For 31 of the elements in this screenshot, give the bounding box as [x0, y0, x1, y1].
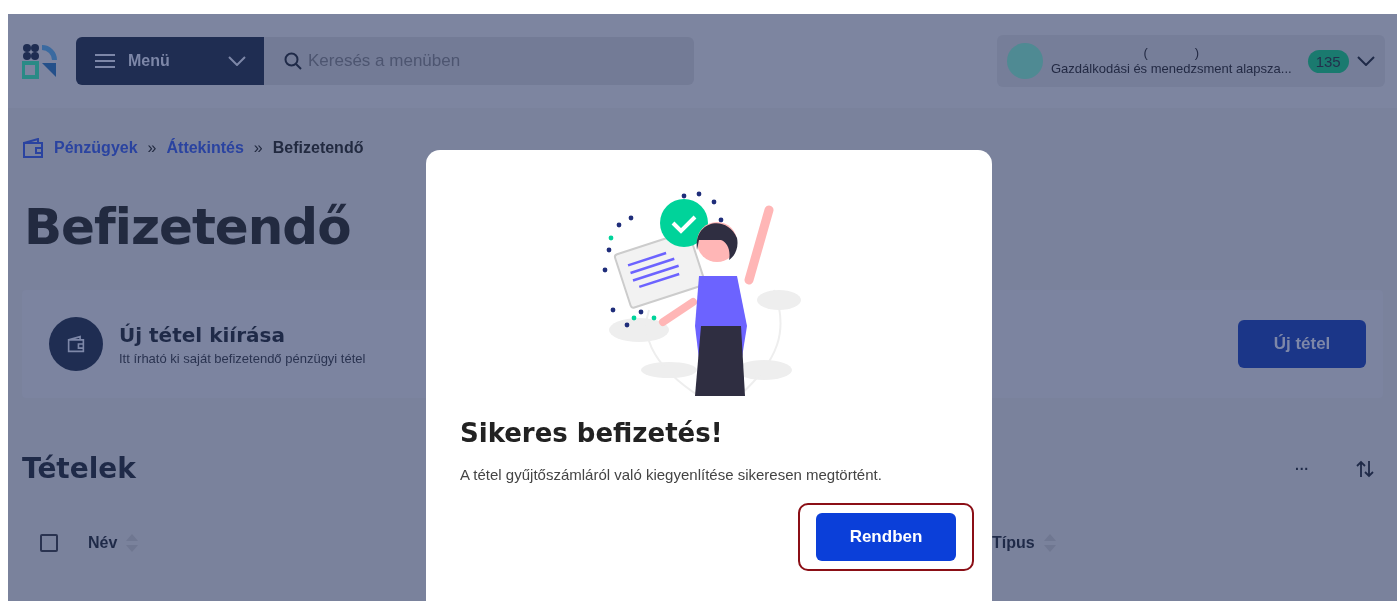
count-badge: 135 — [1307, 49, 1349, 73]
chevron-down-icon — [1356, 56, 1375, 66]
ok-button[interactable]: Rendben — [816, 513, 956, 561]
new-item-button[interactable]: Új tétel — [1238, 320, 1366, 368]
sort-button[interactable] — [1355, 459, 1375, 478]
card-subtitle: Itt írható ki saját befizetendő pénzügyi tétel — [119, 350, 366, 366]
column-header[interactable]: Név — [88, 534, 118, 552]
wallet-icon — [67, 335, 85, 353]
breadcrumb-current: Befizetendő — [272, 139, 364, 157]
card-title: Új tétel kiírása — [119, 322, 286, 347]
breadcrumb-separator: » — [253, 139, 263, 157]
checkbox[interactable] — [40, 534, 58, 552]
avatar — [1007, 43, 1043, 79]
dialog-title: Sikeres befizetés! — [460, 418, 724, 448]
page-title: Befizetendő — [24, 198, 352, 258]
user-name: ( ) — [1143, 45, 1200, 61]
wallet-icon — [22, 138, 44, 158]
dialog-message: A tétel gyűjtőszámláról való kiegyenlítése sikeresen megtörtént. — [460, 466, 883, 483]
logo-icon[interactable] — [22, 43, 58, 79]
section-title: Tételek — [22, 452, 136, 485]
menu-icon — [94, 53, 116, 69]
menu-button[interactable]: Menü — [76, 37, 264, 85]
column-header[interactable]: Típus — [992, 534, 1035, 552]
chevron-down-icon — [228, 56, 246, 66]
user-switcher[interactable]: ( ) Gazdálkodási és menedzsment alapsza... 135 — [997, 35, 1385, 87]
user-program: Gazdálkodási és menedzsment alapsza... — [1051, 61, 1292, 77]
more-button[interactable]: ··· — [1289, 459, 1315, 478]
breadcrumb-separator: » — [147, 139, 157, 157]
breadcrumb-link[interactable]: Pénzügyek — [54, 139, 138, 157]
search-icon — [284, 52, 302, 70]
breadcrumb-link[interactable]: Áttekintés — [166, 139, 244, 157]
